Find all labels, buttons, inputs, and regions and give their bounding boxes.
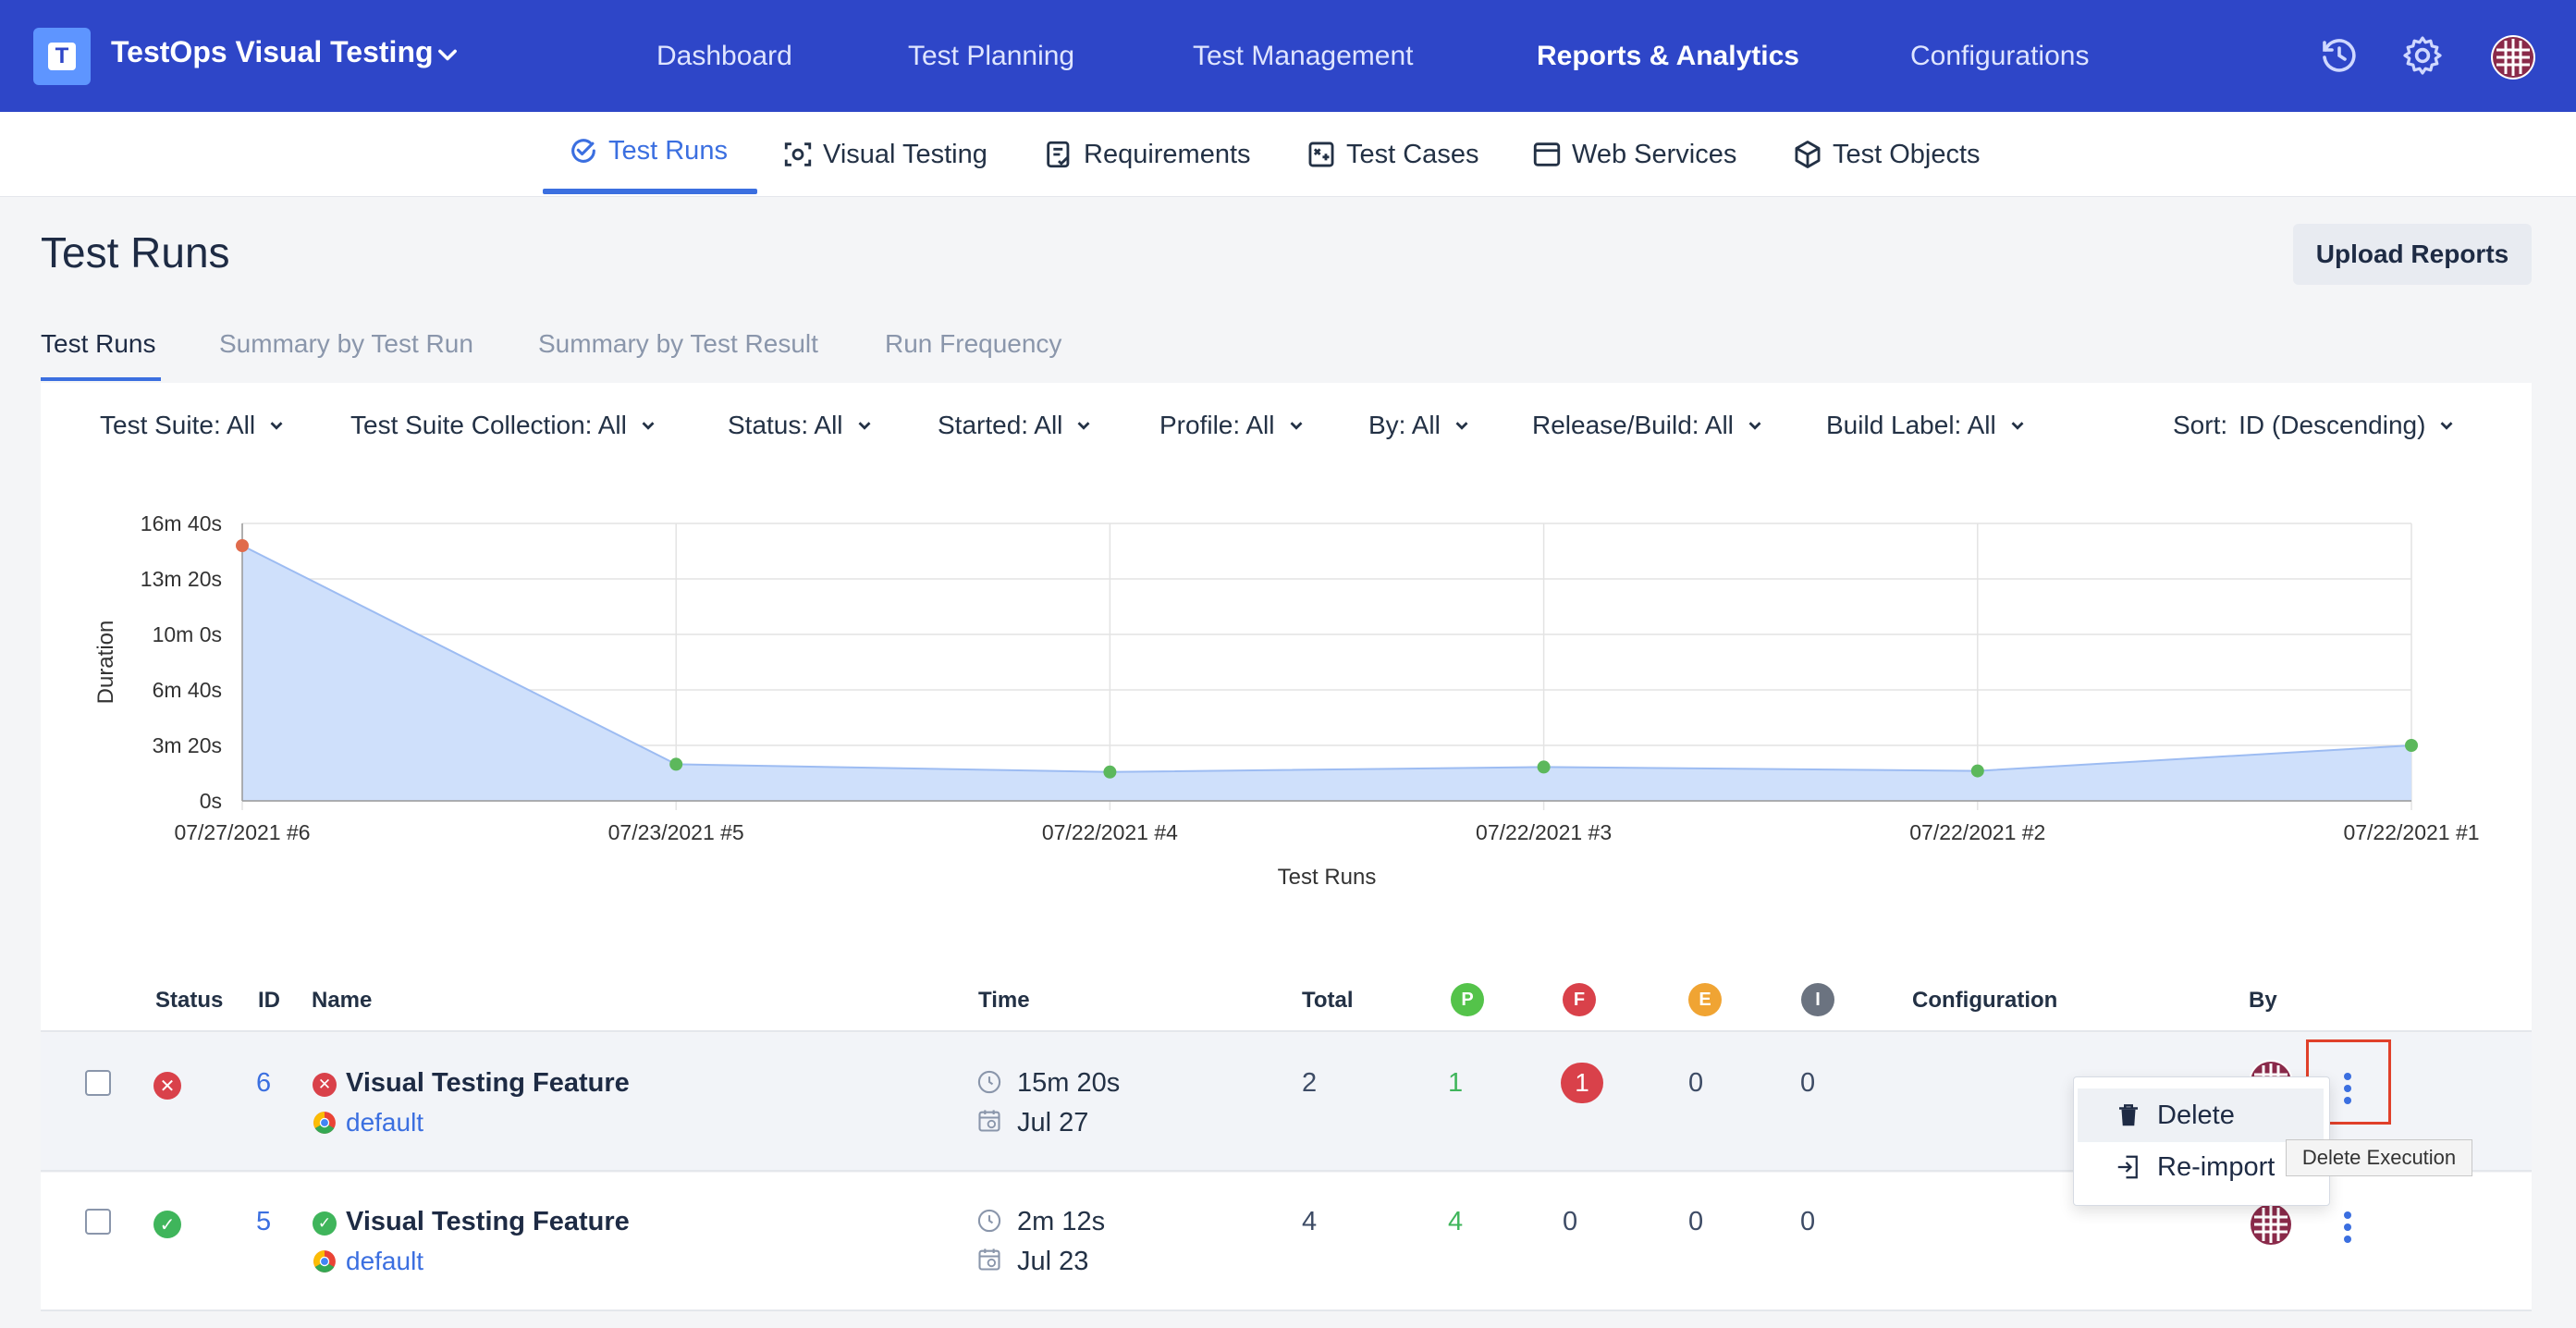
profile-label: default bbox=[346, 1108, 424, 1137]
passed-count: 4 bbox=[1448, 1207, 1464, 1236]
chrome-icon bbox=[313, 1250, 336, 1273]
user-avatar bbox=[2249, 1202, 2293, 1247]
data-point bbox=[669, 757, 683, 771]
data-point bbox=[236, 539, 249, 552]
x-tick-label: 07/22/2021 #1 bbox=[2343, 820, 2479, 844]
run-id-link[interactable]: 6 bbox=[256, 1068, 271, 1099]
y-tick-label: 13m 20s bbox=[141, 567, 222, 591]
calendar-clock-icon bbox=[978, 1110, 1000, 1132]
data-point bbox=[1103, 765, 1117, 779]
run-duration: 2m 12s bbox=[1017, 1207, 1106, 1236]
y-tick-label: 3m 20s bbox=[153, 733, 222, 757]
header-passed-badge: P bbox=[1451, 983, 1484, 1016]
menu-item-label: Re-import bbox=[2157, 1151, 2275, 1182]
x-tick-label: 07/22/2021 #4 bbox=[1042, 820, 1178, 844]
error-count: 0 bbox=[1688, 1068, 1704, 1098]
run-date: Jul 27 bbox=[1017, 1108, 1089, 1137]
row-checkbox[interactable] bbox=[85, 1070, 111, 1096]
delete-execution-tooltip: Delete Execution bbox=[2286, 1139, 2472, 1176]
x-tick-label: 07/22/2021 #3 bbox=[1476, 820, 1612, 844]
failed-status-icon: ✕ bbox=[313, 1073, 337, 1097]
error-count: 0 bbox=[1688, 1207, 1704, 1236]
header-name[interactable]: Name bbox=[312, 988, 372, 1014]
incomplete-count: 0 bbox=[1800, 1068, 1816, 1098]
clock-icon bbox=[977, 1070, 1001, 1094]
x-tick-label: 07/27/2021 #6 bbox=[174, 820, 310, 844]
x-axis-label: Test Runs bbox=[1278, 865, 1377, 890]
header-by: By bbox=[2249, 988, 2277, 1013]
trash-icon bbox=[2119, 1104, 2138, 1126]
duration-area bbox=[242, 546, 2411, 801]
passed-status-icon: ✓ bbox=[313, 1211, 337, 1236]
run-name-link[interactable]: Visual Testing Feature bbox=[346, 1068, 630, 1099]
total-count: 4 bbox=[1302, 1207, 1318, 1236]
header-status[interactable]: Status bbox=[155, 988, 223, 1014]
delete-menu-item[interactable]: Delete bbox=[2078, 1088, 2324, 1142]
incomplete-count: 0 bbox=[1800, 1207, 1816, 1236]
total-count: 2 bbox=[1302, 1068, 1318, 1098]
x-tick-label: 07/22/2021 #2 bbox=[1909, 820, 2045, 844]
import-icon bbox=[2117, 1155, 2138, 1179]
calendar-clock-icon bbox=[978, 1248, 1000, 1271]
chrome-icon bbox=[313, 1112, 336, 1134]
header-id[interactable]: ID bbox=[258, 988, 280, 1014]
run-date: Jul 23 bbox=[1017, 1247, 1089, 1276]
data-point bbox=[2405, 739, 2418, 752]
data-point bbox=[1537, 760, 1551, 774]
header-incomplete-badge: I bbox=[1801, 983, 1834, 1016]
data-point bbox=[1970, 764, 1984, 778]
menu-item-label: Delete bbox=[2157, 1100, 2235, 1130]
passed-status-icon: ✓ bbox=[153, 1211, 181, 1238]
table-header bbox=[41, 962, 2532, 1032]
y-tick-label: 10m 0s bbox=[153, 622, 222, 646]
header-configuration: Configuration bbox=[1912, 988, 2058, 1013]
duration-chart: 0s 3m 20s 6m 40s 10m 0s 13m 20s 16m 40s 07/27/… bbox=[93, 511, 2480, 890]
more-actions-icon[interactable] bbox=[2344, 1211, 2351, 1248]
header-total[interactable]: Total bbox=[1302, 988, 1354, 1014]
run-name-link[interactable]: Visual Testing Feature bbox=[346, 1207, 630, 1237]
header-time[interactable]: Time bbox=[978, 988, 1030, 1014]
y-tick-label: 0s bbox=[200, 789, 222, 813]
failed-count[interactable]: 1 bbox=[1561, 1063, 1603, 1103]
clock-icon bbox=[977, 1209, 1001, 1233]
y-axis-label: Duration bbox=[93, 621, 118, 705]
x-tick-label: 07/23/2021 #5 bbox=[608, 820, 744, 844]
run-duration: 15m 20s bbox=[1017, 1068, 1121, 1098]
failed-count: 0 bbox=[1563, 1207, 1578, 1236]
profile-label: default bbox=[346, 1247, 424, 1275]
header-failed-badge: F bbox=[1563, 983, 1596, 1016]
failed-status-icon: ✕ bbox=[153, 1072, 181, 1100]
passed-count: 1 bbox=[1448, 1068, 1464, 1098]
y-tick-label: 16m 40s bbox=[141, 511, 222, 535]
header-error-badge: E bbox=[1688, 983, 1722, 1016]
y-tick-label: 6m 40s bbox=[153, 678, 222, 702]
row-checkbox[interactable] bbox=[85, 1209, 111, 1235]
run-id-link[interactable]: 5 bbox=[256, 1207, 271, 1237]
